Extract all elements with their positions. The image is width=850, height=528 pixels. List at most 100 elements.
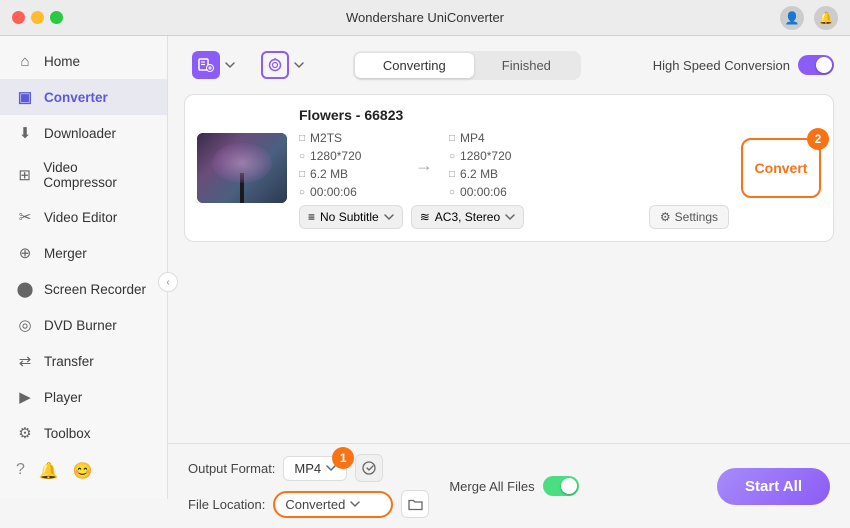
view-tabs: Converting Finished <box>353 51 581 80</box>
target-resolution: 1280*720 <box>460 149 511 163</box>
source-format-item: □ M2TS <box>299 131 399 145</box>
target-file-icon: □ <box>449 133 455 144</box>
sidebar-item-label: Merger <box>44 246 87 261</box>
file-info: Flowers - 66823 □ M2TS ○ 1280*720 <box>299 107 729 229</box>
bottom-bar: Output Format: 1 MP4 File Location: <box>168 443 850 528</box>
add-file-icon <box>192 51 220 79</box>
file-thumbnail <box>197 133 287 203</box>
target-format-item: □ MP4 <box>449 131 549 145</box>
file-meta-row: □ M2TS ○ 1280*720 □ 6.2 MB <box>299 131 729 199</box>
convert-button-wrapper: 2 Convert <box>741 138 821 198</box>
toolbar: Converting Finished High Speed Conversio… <box>168 36 850 94</box>
user-icon[interactable]: 👤 <box>780 6 804 30</box>
audio-select[interactable]: ≋ AC3, Stereo <box>411 205 524 229</box>
target-size-icon: □ <box>449 169 455 180</box>
converting-tab[interactable]: Converting <box>355 53 474 78</box>
target-format: MP4 <box>460 131 485 145</box>
file-card: Flowers - 66823 □ M2TS ○ 1280*720 <box>184 94 834 242</box>
sidebar-item-label: Transfer <box>44 354 94 369</box>
sidebar-item-video-compressor[interactable]: ⊞ Video Compressor <box>0 151 167 199</box>
bell-icon[interactable]: 🔔 <box>814 6 838 30</box>
speed-label: High Speed Conversion <box>653 58 790 73</box>
editor-icon: ✂ <box>16 208 34 226</box>
sidebar-item-video-editor[interactable]: ✂ Video Editor <box>0 199 167 235</box>
output-format-row: Output Format: 1 MP4 <box>188 454 429 482</box>
transfer-icon: ⇄ <box>16 352 34 370</box>
target-duration: 00:00:06 <box>460 185 507 199</box>
settings-label: Settings <box>675 210 718 224</box>
file-location-select[interactable]: Converted <box>273 491 393 518</box>
sidebar-item-downloader[interactable]: ⬇ Downloader <box>0 115 167 151</box>
file-location-label: File Location: <box>188 497 265 512</box>
sidebar-item-label: Player <box>44 390 82 405</box>
scan-icon <box>261 51 289 79</box>
minimize-button[interactable] <box>31 11 44 24</box>
sidebar: ⌂ Home ▣ Converter ⬇ Downloader ⊞ Video … <box>0 36 168 499</box>
source-meta: □ M2TS ○ 1280*720 □ 6.2 MB <box>299 131 399 199</box>
merge-toggle-knob <box>561 478 577 494</box>
help-icon[interactable]: ? <box>16 461 25 481</box>
notification-icon[interactable]: 🔔 <box>39 461 59 481</box>
sidebar-item-label: Video Compressor <box>43 160 151 190</box>
sidebar-item-transfer[interactable]: ⇄ Transfer <box>0 343 167 379</box>
format-edit-button[interactable] <box>355 454 383 482</box>
file-list: Flowers - 66823 □ M2TS ○ 1280*720 <box>168 94 850 443</box>
folder-button[interactable] <box>401 490 429 518</box>
sidebar-item-label: Screen Recorder <box>44 282 146 297</box>
sidebar-item-label: Home <box>44 54 80 69</box>
sidebar-collapse-button[interactable]: ‹ <box>158 272 178 292</box>
file-controls: ≡ No Subtitle ≋ AC3, Stereo ⚙ Settings <box>299 205 729 229</box>
maximize-button[interactable] <box>50 11 63 24</box>
scan-button[interactable] <box>253 46 312 84</box>
thumbnail-image <box>197 133 287 203</box>
titlebar: Wondershare UniConverter 👤 🔔 <box>0 0 850 36</box>
sidebar-item-toolbox[interactable]: ⚙ Toolbox <box>0 415 167 451</box>
app-title: Wondershare UniConverter <box>346 10 504 25</box>
source-size-item: □ 6.2 MB <box>299 167 399 181</box>
home-icon: ⌂ <box>16 53 34 70</box>
window-controls[interactable] <box>12 11 63 24</box>
sidebar-item-home[interactable]: ⌂ Home <box>0 44 167 79</box>
source-resolution: 1280*720 <box>310 149 361 163</box>
source-format: M2TS <box>310 131 342 145</box>
subtitle-select[interactable]: ≡ No Subtitle <box>299 205 403 229</box>
audio-label: AC3, Stereo <box>435 210 500 224</box>
source-duration: 00:00:06 <box>310 185 357 199</box>
subtitle-label: No Subtitle <box>320 210 379 224</box>
sidebar-item-screen-recorder[interactable]: ⬤ Screen Recorder <box>0 271 167 307</box>
sidebar-bottom: ? 🔔 😊 <box>0 451 167 491</box>
merge-files-label: Merge All Files <box>449 479 534 494</box>
converter-icon: ▣ <box>16 88 34 106</box>
sidebar-item-converter[interactable]: ▣ Converter <box>0 79 167 115</box>
sidebar-item-merger[interactable]: ⊕ Merger <box>0 235 167 271</box>
target-meta: □ MP4 ○ 1280*720 □ 6.2 MB <box>449 131 549 199</box>
sidebar-item-dvd-burner[interactable]: ◎ DVD Burner <box>0 307 167 343</box>
downloader-icon: ⬇ <box>16 124 34 142</box>
compressor-icon: ⊞ <box>16 166 33 184</box>
speed-toggle: High Speed Conversion <box>653 55 834 75</box>
sidebar-item-player[interactable]: ▶ Player <box>0 379 167 415</box>
file-location-row: File Location: Converted <box>188 490 429 518</box>
dvd-icon: ◎ <box>16 316 34 334</box>
output-format-select[interactable]: 1 MP4 <box>283 456 347 481</box>
player-icon: ▶ <box>16 388 34 406</box>
source-resolution-item: ○ 1280*720 <box>299 149 399 163</box>
format-badge: 1 <box>332 447 354 469</box>
add-file-button[interactable] <box>184 46 243 84</box>
settings-button[interactable]: ⚙ Settings <box>649 205 729 229</box>
settings-icon: ⚙ <box>660 210 671 224</box>
merge-toggle-switch[interactable] <box>543 476 579 496</box>
convert-button[interactable]: Convert <box>741 138 821 198</box>
location-value: Converted <box>285 497 345 512</box>
feedback-icon[interactable]: 😊 <box>73 461 93 481</box>
target-resolution-icon: ○ <box>449 151 455 162</box>
toolbox-icon: ⚙ <box>16 424 34 442</box>
convert-badge: 2 <box>807 128 829 150</box>
output-format-label: Output Format: <box>188 461 275 476</box>
sidebar-item-label: Converter <box>44 90 108 105</box>
close-button[interactable] <box>12 11 25 24</box>
speed-switch[interactable] <box>798 55 834 75</box>
finished-tab[interactable]: Finished <box>474 53 579 78</box>
subtitle-icon: ≡ <box>308 210 315 224</box>
start-all-button[interactable]: Start All <box>717 468 830 505</box>
